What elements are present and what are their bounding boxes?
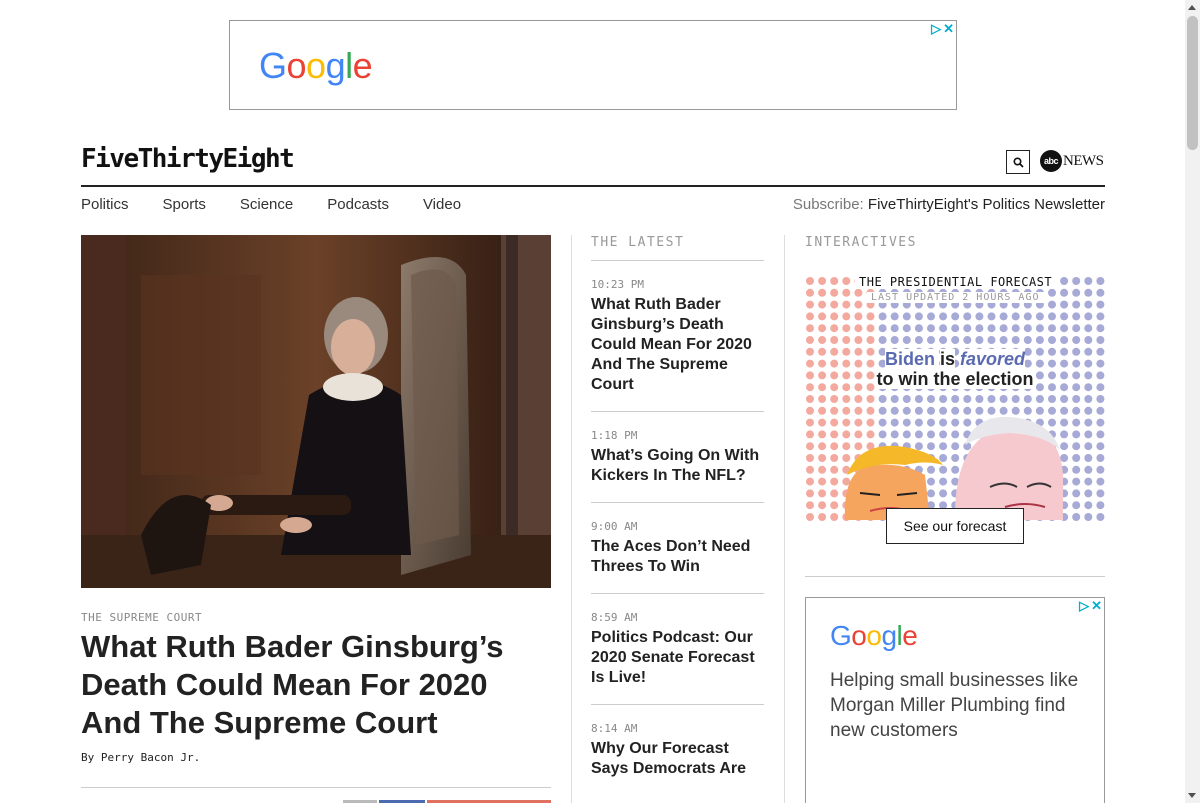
latest-section: THE LATEST 10:23 PM What Ruth Bader Gins… bbox=[591, 235, 764, 795]
list-item[interactable]: 8:14 AM Why Our Forecast Says Democrats … bbox=[591, 705, 764, 795]
nav-item-sports[interactable]: Sports bbox=[163, 196, 206, 213]
abc-news-logo[interactable]: abc NEWS bbox=[1040, 150, 1104, 172]
interactives-divider bbox=[805, 576, 1105, 577]
latest-title[interactable]: The Aces Don’t Need Threes To Win bbox=[591, 537, 764, 577]
close-ad-icon[interactable]: ✕ bbox=[1091, 599, 1102, 612]
google-logo: Google bbox=[259, 45, 373, 86]
ad-controls[interactable]: ▷ ✕ bbox=[1077, 598, 1104, 613]
candidate-illustration bbox=[844, 416, 1063, 520]
header-divider bbox=[81, 185, 1105, 187]
ad-controls[interactable]: ▷ ✕ bbox=[929, 21, 956, 36]
nav-item-video[interactable]: Video bbox=[423, 196, 461, 213]
list-item[interactable]: 10:23 PM What Ruth Bader Ginsburg’s Deat… bbox=[591, 261, 764, 412]
nav-item-podcasts[interactable]: Podcasts bbox=[327, 196, 389, 213]
hero-headline[interactable]: What Ruth Bader Ginsburg’s Death Could M… bbox=[81, 628, 551, 742]
site-logo[interactable]: FiveThirtyEight bbox=[81, 144, 295, 174]
latest-time: 8:59 AM bbox=[591, 611, 638, 624]
nav-item-politics[interactable]: Politics bbox=[81, 196, 129, 213]
scrollbar-thumb[interactable] bbox=[1187, 16, 1198, 150]
forecast-candidate: Biden bbox=[884, 349, 935, 369]
hero-byline[interactable]: By Perry Bacon Jr. bbox=[81, 751, 200, 764]
latest-title[interactable]: What’s Going On With Kickers In The NFL? bbox=[591, 446, 764, 486]
subscribe-label: Subscribe: bbox=[792, 196, 864, 213]
nav-item-science[interactable]: Science bbox=[240, 196, 293, 213]
search-icon bbox=[1012, 156, 1024, 168]
main-nav: Politics Sports Science Podcasts Video bbox=[81, 196, 495, 213]
see-forecast-button[interactable]: See our forecast bbox=[886, 508, 1024, 544]
page-scrollbar[interactable] bbox=[1185, 0, 1200, 803]
latest-time: 9:00 AM bbox=[591, 520, 638, 533]
list-item[interactable]: 8:59 AM Politics Podcast: Our 2020 Senat… bbox=[591, 594, 764, 705]
forecast-favored: favored bbox=[960, 349, 1026, 369]
forecast-outcome: to win the election bbox=[876, 369, 1034, 389]
latest-time: 8:14 AM bbox=[591, 722, 638, 735]
adchoices-icon[interactable]: ▷ bbox=[931, 22, 941, 35]
newsletter-link[interactable]: FiveThirtyEight's Politics Newsletter bbox=[868, 196, 1105, 213]
latest-heading: THE LATEST bbox=[591, 235, 764, 261]
hero-image[interactable] bbox=[81, 235, 551, 588]
sidebar-ad[interactable]: ▷ ✕ Google Helping small businesses like… bbox=[805, 597, 1105, 803]
latest-title[interactable]: What Ruth Bader Ginsburg’s Death Could M… bbox=[591, 295, 764, 395]
latest-time: 10:23 PM bbox=[591, 278, 644, 291]
scroll-down-arrow-icon[interactable] bbox=[1188, 793, 1196, 798]
scroll-up-arrow-icon[interactable] bbox=[1188, 5, 1196, 10]
interactives-heading: INTERACTIVES bbox=[805, 235, 917, 250]
ad-copy[interactable]: Helping small businesses like Morgan Mil… bbox=[830, 668, 1090, 743]
presidential-forecast-promo[interactable]: THE PRESIDENTIAL FORECAST LAST UPDATED 2… bbox=[805, 275, 1105, 545]
close-ad-icon[interactable]: ✕ bbox=[943, 22, 954, 35]
latest-title[interactable]: Why Our Forecast Says Democrats Are bbox=[591, 739, 764, 779]
adchoices-icon[interactable]: ▷ bbox=[1079, 599, 1089, 612]
google-logo: Google bbox=[830, 620, 918, 651]
top-banner-ad[interactable]: ▷ ✕ Google bbox=[229, 20, 957, 110]
subscribe-link[interactable]: Subscribe: FiveThirtyEight's Politics Ne… bbox=[793, 196, 1105, 213]
forecast-updated: LAST UPDATED 2 HOURS AGO bbox=[867, 292, 1044, 303]
forecast-is: is bbox=[939, 349, 955, 369]
latest-time: 1:18 PM bbox=[591, 429, 638, 442]
abc-logo-news: NEWS bbox=[1063, 152, 1104, 169]
latest-title[interactable]: Politics Podcast: Our 2020 Senate Foreca… bbox=[591, 628, 764, 688]
search-button[interactable] bbox=[1006, 150, 1030, 174]
forecast-headline[interactable]: Biden is favored to win the election bbox=[873, 349, 1037, 389]
forecast-title[interactable]: THE PRESIDENTIAL FORECAST bbox=[855, 275, 1057, 289]
interactives-section: INTERACTIVES bbox=[805, 235, 1105, 261]
hero-divider bbox=[81, 787, 551, 788]
hero-kicker[interactable]: THE SUPREME COURT bbox=[81, 611, 202, 624]
column-divider bbox=[784, 235, 785, 803]
column-divider bbox=[571, 235, 572, 803]
list-item[interactable]: 1:18 PM What’s Going On With Kickers In … bbox=[591, 412, 764, 503]
list-item[interactable]: 9:00 AM The Aces Don’t Need Threes To Wi… bbox=[591, 503, 764, 594]
abc-logo-circle: abc bbox=[1040, 150, 1062, 172]
